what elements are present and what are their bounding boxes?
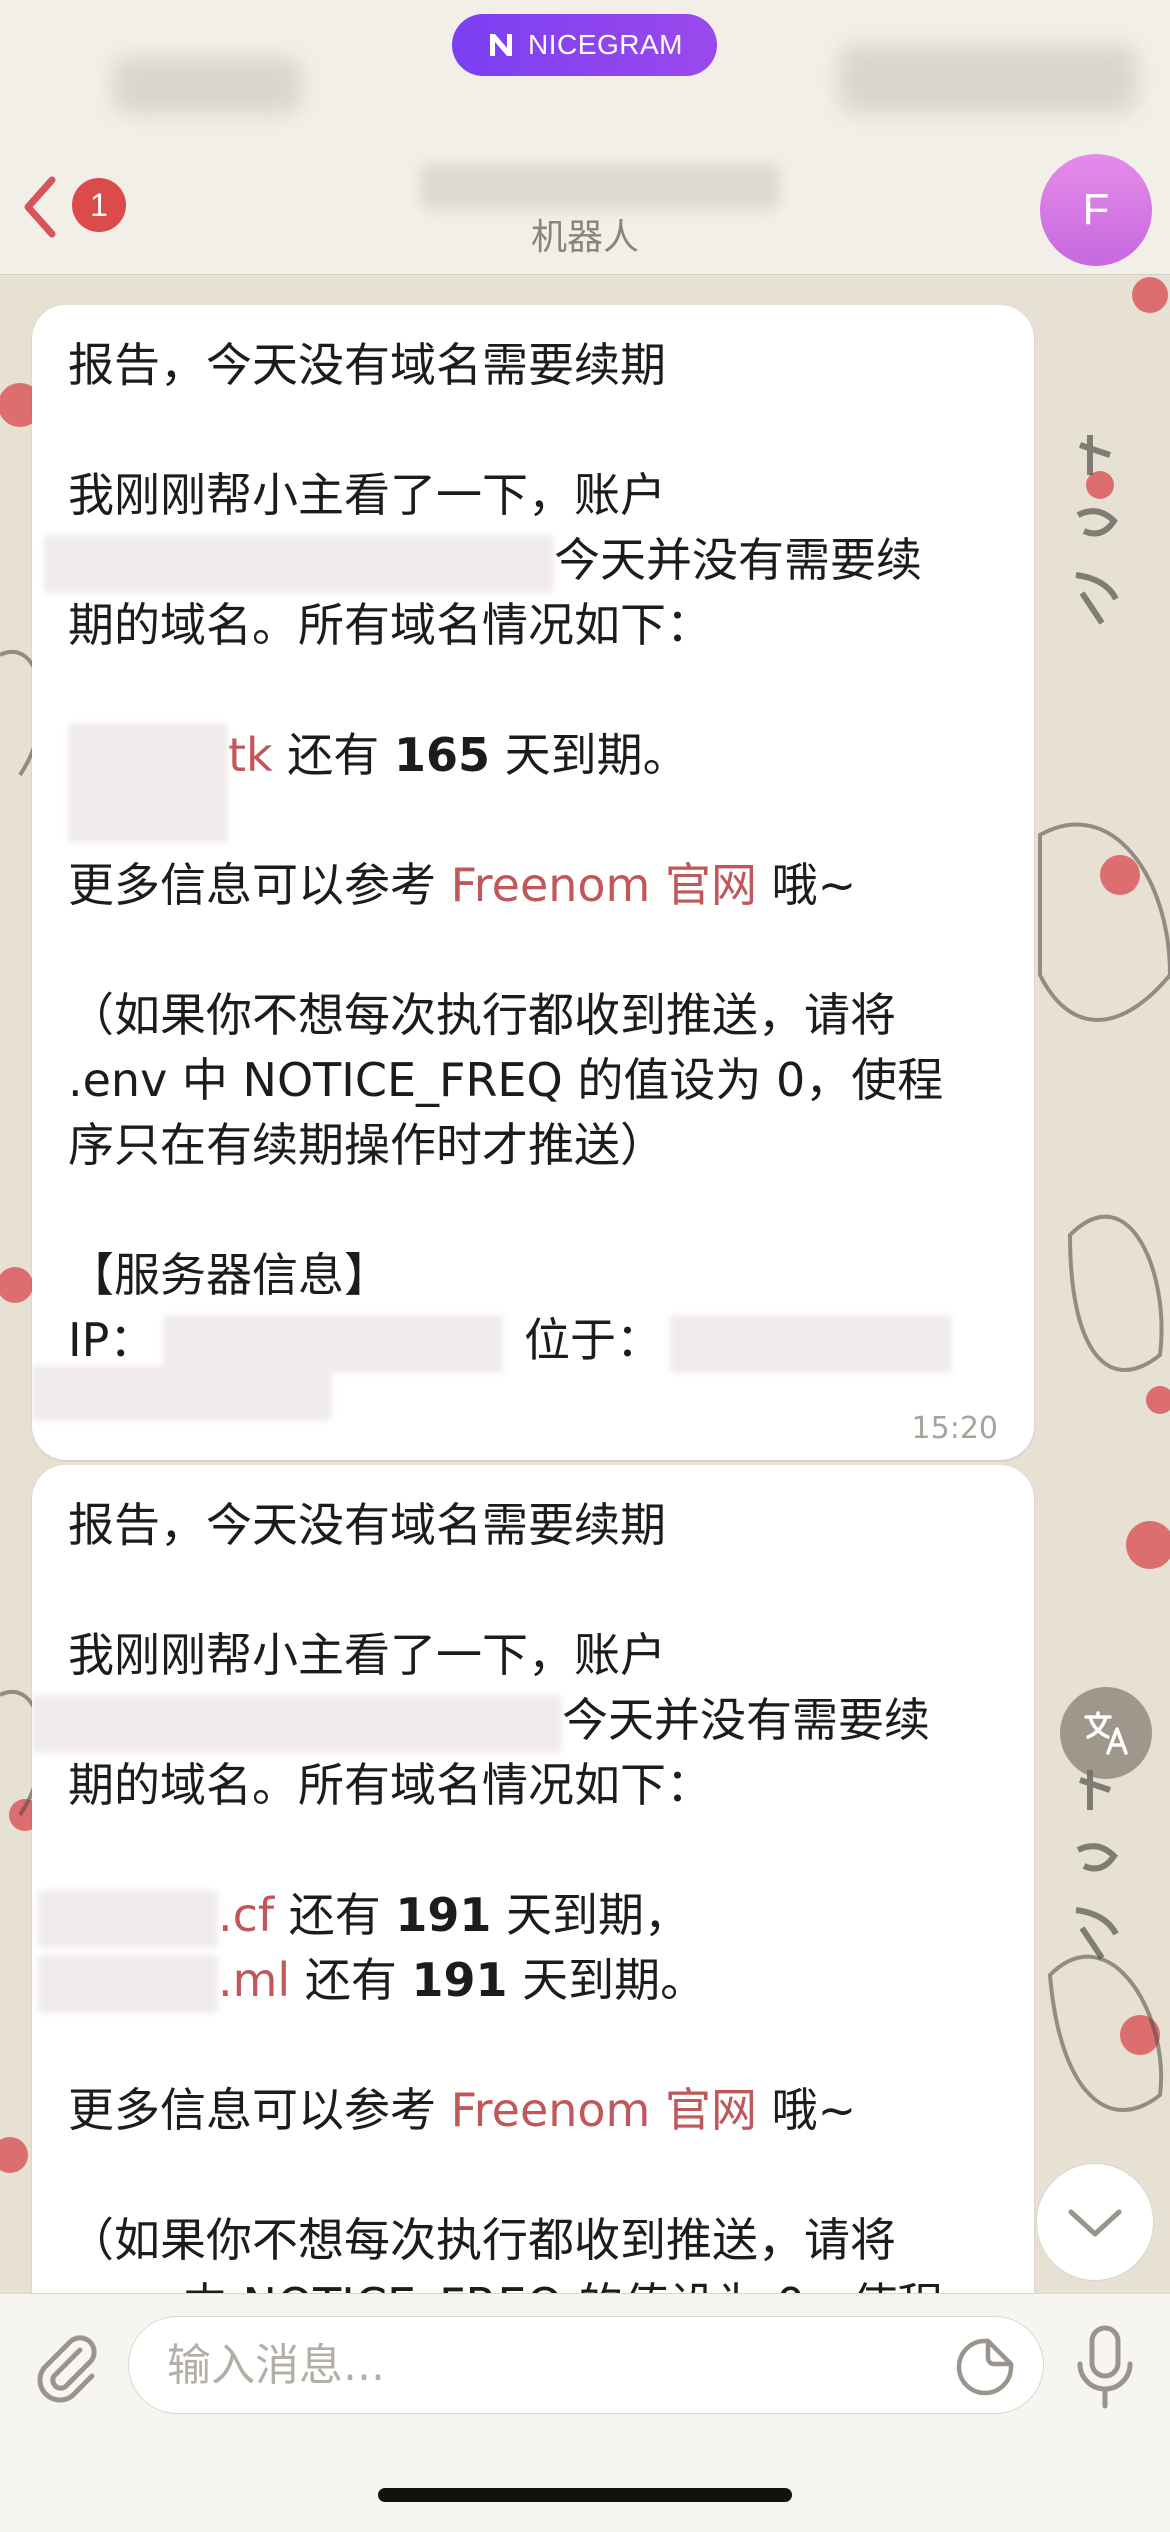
nicegram-badge[interactable]: NICEGRAM bbox=[452, 14, 717, 76]
chat-area[interactable]: 报告，今天没有域名需要续期 我刚刚帮小主看了一下，账户 今天并没有需要续 期的域… bbox=[0, 275, 1170, 2293]
ip-redacted bbox=[163, 1314, 504, 1373]
message-input[interactable] bbox=[128, 2316, 1044, 2414]
home-indicator bbox=[378, 2488, 792, 2502]
note-text: 序只在有续期操作时才推送） bbox=[68, 1118, 666, 1172]
message-title: 报告，今天没有域名需要续期 bbox=[68, 1498, 666, 1552]
domain-redacted bbox=[68, 723, 228, 843]
more-info-line: 更多信息可以参考 Freenom 官网 哦~ bbox=[68, 858, 857, 912]
freenom-link[interactable]: Freenom 官网 bbox=[451, 2083, 757, 2137]
avatar[interactable]: F bbox=[1040, 154, 1152, 266]
chat-header: 1 机器人 F bbox=[0, 150, 1170, 275]
domain-line: .cf 还有 191 天到期， bbox=[38, 1883, 998, 1948]
more-info-line: 更多信息可以参考 Freenom 官网 哦~ bbox=[68, 2083, 857, 2137]
microphone-icon[interactable] bbox=[1070, 2324, 1140, 2410]
status-bar: NICEGRAM bbox=[0, 0, 1170, 150]
note-text: （如果你不想每次执行都收到推送，请将 bbox=[68, 988, 896, 1042]
note-text: （如果你不想每次执行都收到推送，请将 bbox=[68, 2213, 896, 2267]
server-ip-line: IP： 位于： bbox=[68, 1308, 998, 1373]
message-time: 15:20 bbox=[911, 1411, 998, 1446]
domain-link[interactable]: tk bbox=[228, 728, 273, 782]
translate-button[interactable] bbox=[1060, 1687, 1152, 1779]
scroll-down-button[interactable] bbox=[1036, 2163, 1154, 2281]
freenom-link[interactable]: Freenom 官网 bbox=[451, 858, 757, 912]
domain-line: tk 还有 165 天到期。 bbox=[68, 723, 998, 843]
message-text: 期的域名。所有域名情况如下： bbox=[68, 598, 712, 652]
message-text: 我刚刚帮小主看了一下，账户 bbox=[68, 468, 666, 522]
domain-redacted bbox=[38, 1954, 218, 2013]
domain-link[interactable]: .ml bbox=[218, 1953, 290, 2007]
nicegram-logo-icon bbox=[490, 34, 513, 56]
message-bubble[interactable]: 报告，今天没有域名需要续期 我刚刚帮小主看了一下，账户 今天并没有需要续 期的域… bbox=[32, 1465, 1034, 2293]
account-redacted bbox=[44, 534, 554, 593]
message-text: 今天并没有需要续 bbox=[44, 528, 998, 593]
domain-line: .ml 还有 191 天到期。 bbox=[38, 1948, 998, 2013]
account-redacted bbox=[32, 1694, 562, 1753]
nicegram-label: NICEGRAM bbox=[528, 29, 683, 60]
location-line2-redacted bbox=[32, 1365, 332, 1421]
domain-redacted bbox=[38, 1889, 218, 1948]
note-text: .env 中 NOTICE_FREQ 的值设为 0，使程 bbox=[68, 2273, 998, 2293]
note-text: .env 中 NOTICE_FREQ 的值设为 0，使程 bbox=[68, 1053, 944, 1107]
message-text: 期的域名。所有域名情况如下： bbox=[68, 1758, 712, 1812]
status-time-redacted bbox=[112, 56, 302, 114]
location-redacted bbox=[669, 1314, 952, 1373]
domain-link[interactable]: .cf bbox=[218, 1888, 274, 1942]
message-bubble[interactable]: 报告，今天没有域名需要续期 我刚刚帮小主看了一下，账户 今天并没有需要续 期的域… bbox=[32, 305, 1034, 1460]
server-info-title: 【服务器信息】 bbox=[68, 1248, 390, 1302]
paperclip-icon[interactable] bbox=[28, 2328, 104, 2404]
translate-icon bbox=[1084, 1711, 1128, 1755]
chat-title-redacted[interactable] bbox=[420, 164, 780, 210]
message-text: 今天并没有需要续 bbox=[32, 1688, 998, 1753]
chat-subtitle: 机器人 bbox=[530, 217, 639, 258]
message-text: 我刚刚帮小主看了一下，账户 bbox=[68, 1628, 666, 1682]
message-title: 报告，今天没有域名需要续期 bbox=[68, 338, 666, 392]
chevron-down-icon bbox=[1068, 2209, 1122, 2237]
status-icons-redacted bbox=[838, 44, 1138, 114]
sticker-icon[interactable] bbox=[954, 2336, 1016, 2398]
